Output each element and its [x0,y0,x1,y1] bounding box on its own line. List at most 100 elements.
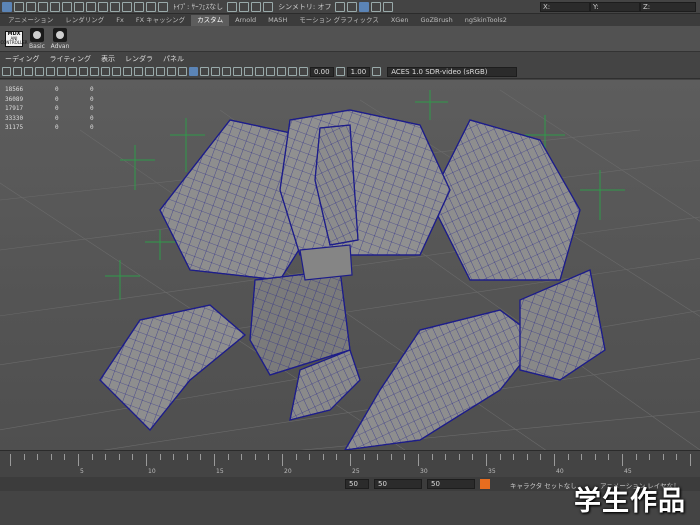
menu-panels[interactable]: パネル [158,54,189,64]
range-end-field[interactable]: 50 [374,479,422,489]
tab-ngskintools[interactable]: ngSkinTools2 [459,15,513,26]
gamma-icon[interactable] [335,67,345,76]
ambient-occlusion-icon[interactable] [222,67,231,76]
timeline-tick [336,454,338,460]
default-material-icon[interactable] [134,67,143,76]
x-coordinate-field[interactable]: X: [540,2,590,12]
timeline-tick [608,454,610,460]
snap-point-icon[interactable] [110,1,120,12]
safe-title-icon[interactable] [101,67,110,76]
color-management-icon[interactable] [372,67,382,76]
timeline-tick [390,454,392,460]
camera-attributes-icon[interactable] [2,67,11,76]
timeline-tick [132,454,134,460]
hud-row: 31175 0 0 [5,124,94,131]
select-tool-icon[interactable] [2,1,12,12]
advanced-shelf-button[interactable]: Advan [50,27,70,50]
timeline-tick [322,454,324,460]
tab-motion-graphics[interactable]: モーション グラフィックス [293,15,385,26]
character-set-label[interactable]: キャラクタ セットなし [510,480,577,490]
viewport-persp[interactable]: 18566 0 0 36089 0 0 17917 0 0 33330 0 0 31175 0 0 … [0,80,700,450]
soft-select-icon[interactable] [359,1,370,12]
shadows-icon[interactable] [211,67,220,76]
time-slider[interactable]: 5 10 15 20 25 30 35 40 45 [0,450,700,477]
timeline-label: 35 [488,468,496,475]
tab-custom[interactable]: カスタム [191,15,230,26]
render-icon[interactable] [239,1,250,12]
rotate-tool-icon[interactable] [50,1,60,12]
z-coordinate-field[interactable]: Z: [640,2,696,12]
lights-icon[interactable] [200,67,209,76]
gamma-field[interactable]: 1.00 [346,66,371,77]
manipulator-icon[interactable] [74,1,84,12]
menu-shading[interactable]: ーディング [0,54,45,64]
xray-joints-icon[interactable] [277,67,286,76]
snap-type-label[interactable]: ﾄｲﾌﾟ: ｻｰﾌｪｽなし [173,2,223,12]
tab-rendering[interactable]: レンダリング [59,15,110,26]
gate-mask-icon[interactable] [68,67,77,76]
resolution-gate-icon[interactable] [57,67,66,76]
texture-icon[interactable] [178,67,187,76]
snap-surface-icon[interactable] [134,1,144,12]
tab-animation[interactable]: アニメーション [2,15,59,26]
wireframe-icon[interactable] [112,67,121,76]
timeline-tick [159,454,161,460]
playback-end-field[interactable]: 50 [427,479,475,489]
anti-aliasing-icon[interactable] [244,67,253,76]
tab-mash[interactable]: MASH [262,15,293,26]
bookmark-icon[interactable] [13,67,22,76]
motion-blur-icon[interactable] [233,67,242,76]
snap-view-icon[interactable] [122,1,132,12]
timeline-tick [622,454,623,466]
xray-icon[interactable] [145,67,154,76]
flat-shade-icon[interactable] [167,67,176,76]
field-chart-icon[interactable] [79,67,88,76]
grid-toggle-icon[interactable] [35,67,44,76]
tool-settings-icon[interactable] [383,1,394,12]
snap-vertex-icon[interactable] [146,1,156,12]
basic-shelf-button[interactable]: Basic [27,27,47,50]
timeline-tick [214,454,215,466]
render-settings-icon[interactable] [263,1,274,12]
menu-renderer[interactable]: レンダラ [120,54,158,64]
hud-row: 36089 0 0 [5,95,94,103]
scale-tool-icon[interactable] [62,1,72,12]
symmetry-label[interactable]: シンメトリ: オフ [278,2,331,12]
tab-fx[interactable]: Fx [110,15,130,26]
y-coordinate-field[interactable]: Y: [590,2,640,12]
playback-start-field[interactable]: 50 [345,479,369,489]
image-plane-icon[interactable] [24,67,33,76]
tab-gozbrush[interactable]: GoZBrush [414,15,458,26]
snap-grid-icon[interactable] [86,1,96,12]
film-gate-icon[interactable] [46,67,55,76]
reflect-icon[interactable] [371,1,382,12]
exposure-icon[interactable] [299,67,308,76]
menu-show[interactable]: 表示 [96,54,120,64]
paint-select-icon[interactable] [26,1,36,12]
lasso-tool-icon[interactable] [14,1,24,12]
timeline-tick [499,454,501,460]
smooth-shade-icon[interactable] [123,67,132,76]
ipr-icon[interactable] [251,1,262,12]
move-tool-icon[interactable] [38,1,48,12]
bounding-box-icon[interactable] [156,67,165,76]
depth-of-field-icon[interactable] [255,67,264,76]
light-icon[interactable] [347,1,358,12]
menu-lighting[interactable]: ライティング [45,54,96,64]
isolate-select-icon[interactable] [266,67,275,76]
color-space-select[interactable]: ACES 1.0 SDR-video (sRGB) [387,66,518,77]
camera-icon[interactable] [335,1,346,12]
tab-arnold[interactable]: Arnold [229,15,262,26]
history-icon[interactable] [227,1,238,12]
tab-xgen[interactable]: XGen [385,15,415,26]
snap-curve-icon[interactable] [98,1,108,12]
mdx-controller-button[interactable]: MDX ANI CONTROLLER [0,30,28,47]
tab-fx-caching[interactable]: FX キャッシング [130,15,191,26]
exposure-field[interactable]: 0.00 [310,66,334,77]
timeline-tick [486,454,487,466]
xray-active-icon[interactable] [288,67,297,76]
snap-magnet-icon[interactable] [158,1,168,12]
wireframe-on-shaded-icon[interactable] [189,67,198,76]
safe-action-icon[interactable] [90,67,99,76]
timeline-tick [186,454,188,460]
